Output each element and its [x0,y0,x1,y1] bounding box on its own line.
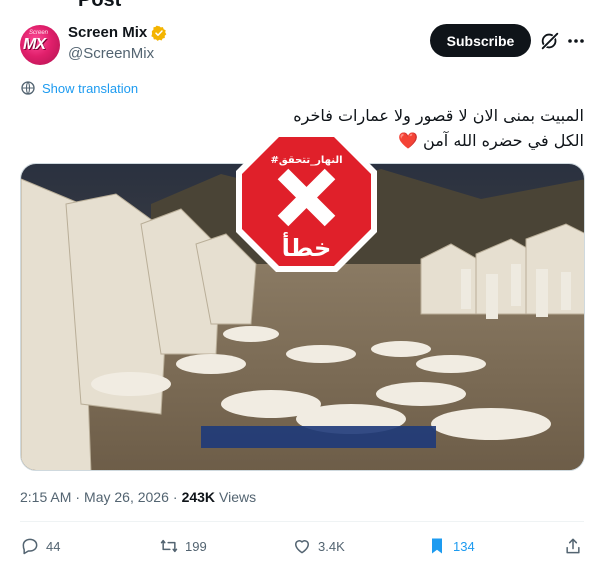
page-title: Post [78,0,122,11]
stamp-top-text: #النهار_تتحقق [270,155,342,166]
author-name-row[interactable]: Screen Mix [68,24,167,41]
repost-count: 199 [185,538,207,554]
avatar[interactable]: Screen MX [20,25,60,65]
tweet-metadata: 2:15 AM · May 26, 2026 · 243K Views [20,489,256,505]
translate-globe-icon [21,81,35,95]
author-display-name[interactable]: Screen Mix [68,24,147,41]
reply-count: 44 [46,538,61,554]
tweet-time[interactable]: 2:15 AM [20,489,71,505]
bookmark-icon [432,538,442,554]
bookmark-button[interactable]: 134 [427,536,475,556]
reply-button[interactable]: 44 [20,536,60,556]
tweet-date[interactable]: May 26, 2026 [84,489,169,505]
views-label: Views [219,489,257,505]
heart-emoji: ❤️ [398,131,418,150]
action-bar: 44 199 3.4K 134 [20,536,586,562]
repost-button[interactable]: 199 [159,536,207,556]
tweet-line-2: الكل في حضره الله آمن [423,131,584,150]
avatar-logo-text: MX [23,36,46,53]
views-count: 243K [181,489,216,505]
heart-icon [295,540,309,554]
share-button[interactable] [563,536,583,556]
like-count: 3.4K [318,538,345,554]
show-translation-label[interactable]: Show translation [42,81,138,96]
meta-separator-2: · [172,489,178,505]
tweet-line-1: المبيت بمنى الان لا قصور ولا عمارات فاخر… [293,106,584,125]
divider [20,521,584,522]
like-button[interactable]: 3.4K [292,536,345,556]
meta-separator: · [75,489,81,505]
repost-icon [160,539,178,553]
share-icon [566,538,580,554]
grok-icon[interactable] [539,30,561,52]
show-translation-link[interactable]: Show translation [20,80,138,96]
false-claim-stamp: #النهار_تتحقق خطأ [236,131,377,272]
author-handle[interactable]: @ScreenMix [68,45,154,62]
stamp-bottom-text: خطأ [282,232,332,262]
subscribe-button[interactable]: Subscribe [430,24,531,57]
bookmark-count: 134 [453,538,475,554]
verified-badge-icon [151,25,167,41]
reply-icon [22,538,38,555]
more-options-icon[interactable] [566,31,586,51]
